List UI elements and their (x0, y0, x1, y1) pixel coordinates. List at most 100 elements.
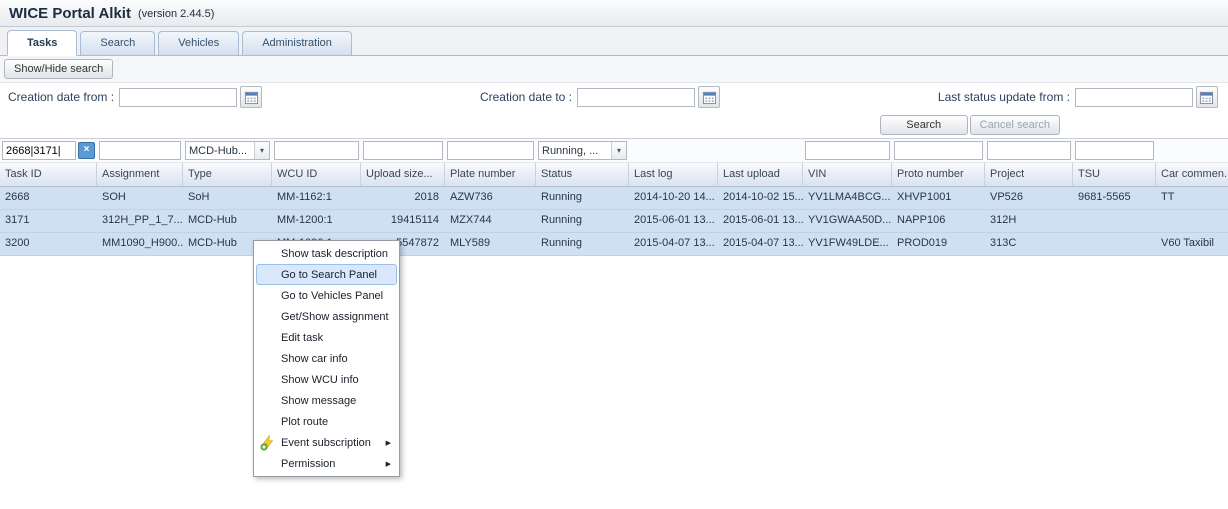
date-input-creation-date-from[interactable] (119, 88, 237, 107)
toolbar: Show/Hide search (0, 56, 1228, 83)
menu-item-permission[interactable]: Permission▶ (256, 453, 397, 474)
calendar-icon (702, 90, 717, 105)
cell-car-comment: V60 Taxibil (1156, 233, 1228, 255)
chevron-down-icon[interactable]: ▾ (254, 142, 269, 159)
clear-filter-icon[interactable]: × (78, 142, 95, 159)
menu-item-event-subscription[interactable]: Event subscription▶ (256, 432, 397, 453)
table-row[interactable]: 2668SOHSoHMM-1162:12018AZW736Running2014… (0, 187, 1228, 210)
filter-input-tsu[interactable] (1075, 141, 1154, 160)
filter-cell-upload-size (361, 139, 445, 162)
menu-item-show-wcu-info[interactable]: Show WCU info (256, 369, 397, 390)
column-header-vin[interactable]: VIN (803, 163, 892, 186)
tab-bar: TasksSearchVehiclesAdministration (0, 27, 1228, 56)
menu-item-label: Go to Vehicles Panel (281, 290, 383, 302)
search-button[interactable]: Search (880, 115, 968, 135)
show-hide-search-button[interactable]: Show/Hide search (4, 59, 113, 79)
table-row[interactable]: 3200MM1090_H900...MCD-HubMM-1090:1554787… (0, 233, 1228, 256)
filter-input-vin[interactable] (805, 141, 890, 160)
column-header-car-comment[interactable]: Car commen... (1156, 163, 1228, 186)
grid-body: 2668SOHSoHMM-1162:12018AZW736Running2014… (0, 187, 1228, 256)
menu-item-label: Show car info (281, 353, 348, 365)
cell-project: VP526 (985, 187, 1073, 209)
cell-vin: YV1FW49LDE... (803, 233, 892, 255)
date-input-last-status-update-from[interactable] (1075, 88, 1193, 107)
column-header-wcu-id[interactable]: WCU ID (272, 163, 361, 186)
table-row[interactable]: 3171312H_PP_1_7...MCD-HubMM-1200:1194151… (0, 210, 1228, 233)
date-input-creation-date-to[interactable] (577, 88, 695, 107)
filter-input-upload-size[interactable] (363, 141, 443, 160)
tab-vehicles[interactable]: Vehicles (158, 31, 239, 55)
filter-input-assignment[interactable] (99, 141, 181, 160)
menu-item-go-to-vehicles-panel[interactable]: Go to Vehicles Panel (256, 285, 397, 306)
filter-input-wcu-id[interactable] (274, 141, 359, 160)
column-header-plate-number[interactable]: Plate number (445, 163, 536, 186)
cell-project: 312H (985, 210, 1073, 232)
menu-item-label: Event subscription (281, 437, 371, 449)
cell-plate-number: MLY589 (445, 233, 536, 255)
column-header-task-id[interactable]: Task ID (0, 163, 97, 186)
menu-item-show-task-description[interactable]: Show task description (256, 243, 397, 264)
cell-car-comment: TT (1156, 187, 1228, 209)
cell-status: Running (536, 187, 629, 209)
filter-combo-type[interactable]: MCD-Hub... ▾ (185, 141, 270, 160)
calendar-trigger-button[interactable] (240, 86, 262, 108)
event-subscription-icon (260, 435, 276, 451)
calendar-trigger-button[interactable] (698, 86, 720, 108)
column-header-tsu[interactable]: TSU (1073, 163, 1156, 186)
menu-item-plot-route[interactable]: Plot route (256, 411, 397, 432)
date-field-group-creation-date-from: Creation date from : (8, 86, 262, 108)
tab-search[interactable]: Search (80, 31, 155, 55)
filter-input-project[interactable] (987, 141, 1071, 160)
menu-item-show-car-info[interactable]: Show car info (256, 348, 397, 369)
date-field-group-last-status-update-from: Last status update from : (938, 86, 1218, 108)
column-header-upload-size[interactable]: Upload size... (361, 163, 445, 186)
chevron-down-icon[interactable]: ▾ (611, 142, 626, 159)
tab-tasks[interactable]: Tasks (7, 30, 77, 56)
cell-type: SoH (183, 187, 272, 209)
calendar-trigger-button[interactable] (1196, 86, 1218, 108)
cell-assignment: MM1090_H900... (97, 233, 183, 255)
menu-item-get-show-assignment[interactable]: Get/Show assignment (256, 306, 397, 327)
cell-last-upload: 2015-06-01 13... (718, 210, 803, 232)
filter-cell-car-comment (1156, 139, 1228, 162)
menu-item-label: Plot route (281, 416, 328, 428)
column-header-proto-number[interactable]: Proto number (892, 163, 985, 186)
app-title: WICE Portal Alkit (9, 5, 131, 22)
filter-input-task-id[interactable] (2, 141, 76, 160)
cell-status: Running (536, 233, 629, 255)
cell-tsu: 9681-5565 (1073, 187, 1156, 209)
cell-assignment: 312H_PP_1_7... (97, 210, 183, 232)
cell-last-upload: 2014-10-02 15... (718, 187, 803, 209)
column-header-last-log[interactable]: Last log (629, 163, 718, 186)
column-header-last-upload[interactable]: Last upload (718, 163, 803, 186)
column-header-assignment[interactable]: Assignment (97, 163, 183, 186)
filter-cell-assignment (97, 139, 183, 162)
filter-combo-status[interactable]: Running, ...▾ (538, 141, 627, 160)
menu-item-label: Go to Search Panel (281, 269, 377, 281)
column-header-project[interactable]: Project (985, 163, 1073, 186)
filter-cell-vin (803, 139, 892, 162)
menu-item-show-message[interactable]: Show message (256, 390, 397, 411)
filter-input-proto-number[interactable] (894, 141, 983, 160)
filter-combo-value: MCD-Hub... (189, 145, 247, 157)
submenu-arrow-icon: ▶ (386, 460, 391, 468)
search-filter-row: Creation date from :Creation date to :La… (0, 83, 1228, 111)
menu-item-go-to-search-panel[interactable]: Go to Search Panel (256, 264, 397, 285)
grid-filter-row: ×MCD-Hub...▾Running, ...▾ (0, 139, 1228, 163)
menu-item-edit-task[interactable]: Edit task (256, 327, 397, 348)
calendar-icon (244, 90, 259, 105)
cancel-search-button[interactable]: Cancel search (970, 115, 1060, 135)
cell-task-id: 3200 (0, 233, 97, 255)
tab-administration[interactable]: Administration (242, 31, 352, 55)
cell-tsu (1073, 210, 1156, 232)
filter-cell-status: Running, ...▾ (536, 139, 629, 162)
cell-plate-number: MZX744 (445, 210, 536, 232)
column-header-status[interactable]: Status (536, 163, 629, 186)
filter-input-plate-number[interactable] (447, 141, 534, 160)
context-menu: Show task description Go to Search Panel G… (253, 240, 400, 477)
column-header-type[interactable]: Type (183, 163, 272, 186)
menu-item-label: Show task description (281, 248, 388, 260)
menu-item-label: Show WCU info (281, 374, 359, 386)
filter-cell-proto-number (892, 139, 985, 162)
filter-cell-plate-number (445, 139, 536, 162)
